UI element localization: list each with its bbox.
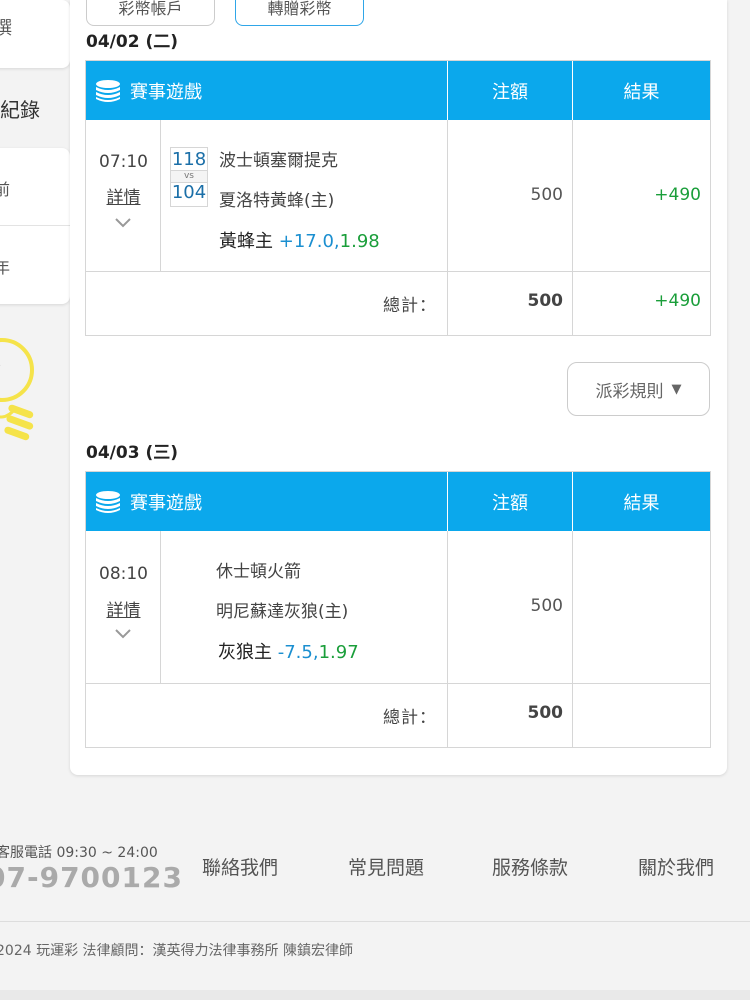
pick-team: 黃蜂主: [219, 231, 273, 252]
total-row: 總計： 500: [86, 684, 710, 747]
caret-down-icon: ▼: [671, 381, 682, 397]
team-home: 夏洛特黃蜂(主): [219, 191, 335, 211]
footer-link-terms[interactable]: 服務條款: [492, 853, 568, 880]
score-home: 104: [171, 182, 207, 203]
sidebar-record-label[interactable]: 我紀錄: [0, 94, 40, 123]
chevron-down-icon[interactable]: [115, 218, 131, 228]
bet-pick: 黃蜂主 +17.0,1.98: [219, 231, 380, 252]
sidebar-item-label: 年: [0, 258, 11, 277]
bet-record-panel: 彩幣帳戶 轉贈彩幣 04/02 (二) 賽事遊戲 注額 結果 07:10 詳情: [70, 0, 727, 775]
date-label: 04/03 (三): [86, 443, 178, 463]
sidebar-top-card[interactable]: 撰: [0, 0, 70, 68]
score-box: 118 vs 104: [170, 147, 208, 207]
footer-divider: [0, 921, 750, 922]
total-row: 總計： 500 +490: [86, 272, 710, 335]
pick-team: 灰狼主: [218, 642, 272, 663]
total-label: 總計：: [383, 708, 437, 728]
header-result: 結果: [623, 492, 660, 514]
bet-result: +490: [654, 185, 701, 205]
pick-odds: 1.98: [339, 231, 380, 252]
payout-rules-button[interactable]: 派彩規則 ▼: [567, 362, 710, 416]
lightbulb-icon: [0, 338, 34, 441]
footer-link-contact[interactable]: 聯絡我們: [202, 853, 278, 880]
sidebar-menu: 前 年: [0, 148, 70, 304]
sidebar-item[interactable]: 年: [0, 226, 70, 304]
total-amount: 500: [527, 703, 564, 723]
sidebar-item-label: 前: [0, 180, 11, 199]
table-header: 賽事遊戲 注額 結果: [86, 472, 710, 531]
header-amount: 注額: [448, 61, 573, 120]
pick-line: -7.5: [277, 642, 313, 663]
header-game: 賽事遊戲: [130, 81, 202, 103]
bet-time: 08:10: [99, 564, 148, 584]
bet-time: 07:10: [99, 152, 148, 172]
bottom-bar: [0, 990, 750, 1000]
lightbulb-widget[interactable]: 0 人 明燈: [0, 330, 40, 445]
header-amount: 注額: [448, 472, 573, 531]
header-game: 賽事遊戲: [130, 492, 202, 514]
total-result: +490: [654, 291, 701, 311]
coin-stack-icon: [96, 79, 120, 102]
team-home: 明尼蘇達灰狼(主): [216, 602, 349, 622]
transfer-coins-button[interactable]: 轉贈彩幣: [235, 0, 364, 26]
pick-odds: 1.97: [318, 642, 359, 663]
table-row: 08:10 詳情 休士頓火箭 明尼蘇達灰狼(主) 灰狼主 -7.5,1.97 5…: [86, 531, 710, 684]
bet-amount: 500: [530, 185, 563, 205]
table-header: 賽事遊戲 注額 結果: [86, 61, 710, 120]
footer-copyright: 2024 玩運彩 法律顧問：漢英得力法律事務所 陳鎮宏律師: [0, 943, 353, 959]
total-amount: 500: [527, 291, 564, 311]
header-result: 結果: [623, 81, 660, 103]
coin-stack-icon: [96, 490, 120, 513]
bet-amount: 500: [530, 596, 563, 616]
bet-table: 賽事遊戲 注額 結果 08:10 詳情 休士頓火箭 明尼蘇達灰狼(主) 灰狼主 …: [85, 471, 711, 748]
team-away: 波士頓塞爾提克: [219, 151, 338, 171]
team-away: 休士頓火箭: [216, 562, 301, 582]
table-row: 07:10 詳情 118 vs 104 波士頓塞爾提克 夏洛特黃蜂(主) 黃蜂主…: [86, 120, 710, 272]
bet-pick: 灰狼主 -7.5,1.97: [218, 642, 359, 663]
footer-link-faq[interactable]: 常見問題: [348, 853, 424, 880]
bulb-unit: 人: [0, 354, 1, 368]
footer-link-about[interactable]: 關於我們: [638, 853, 714, 880]
payout-rules-label: 派彩規則: [595, 381, 664, 402]
chevron-down-icon[interactable]: [115, 629, 131, 639]
sidebar-item[interactable]: 前: [0, 148, 70, 226]
lottery-account-button[interactable]: 彩幣帳戶: [86, 0, 215, 26]
score-away: 118: [171, 149, 207, 170]
footer-phone-label: 客服電話 09:30 ~ 24:00: [0, 845, 158, 861]
date-label: 04/02 (二): [86, 32, 178, 52]
sidebar-top-label: 撰: [0, 18, 12, 39]
bet-table: 賽事遊戲 注額 結果 07:10 詳情 118 vs 104 波士頓塞爾提克 夏…: [85, 60, 711, 336]
detail-link[interactable]: 詳情: [86, 183, 161, 208]
detail-link[interactable]: 詳情: [86, 596, 161, 621]
footer-phone[interactable]: 07-9700123: [0, 861, 183, 894]
total-label: 總計：: [383, 296, 437, 316]
pick-line: +17.0: [278, 231, 334, 252]
